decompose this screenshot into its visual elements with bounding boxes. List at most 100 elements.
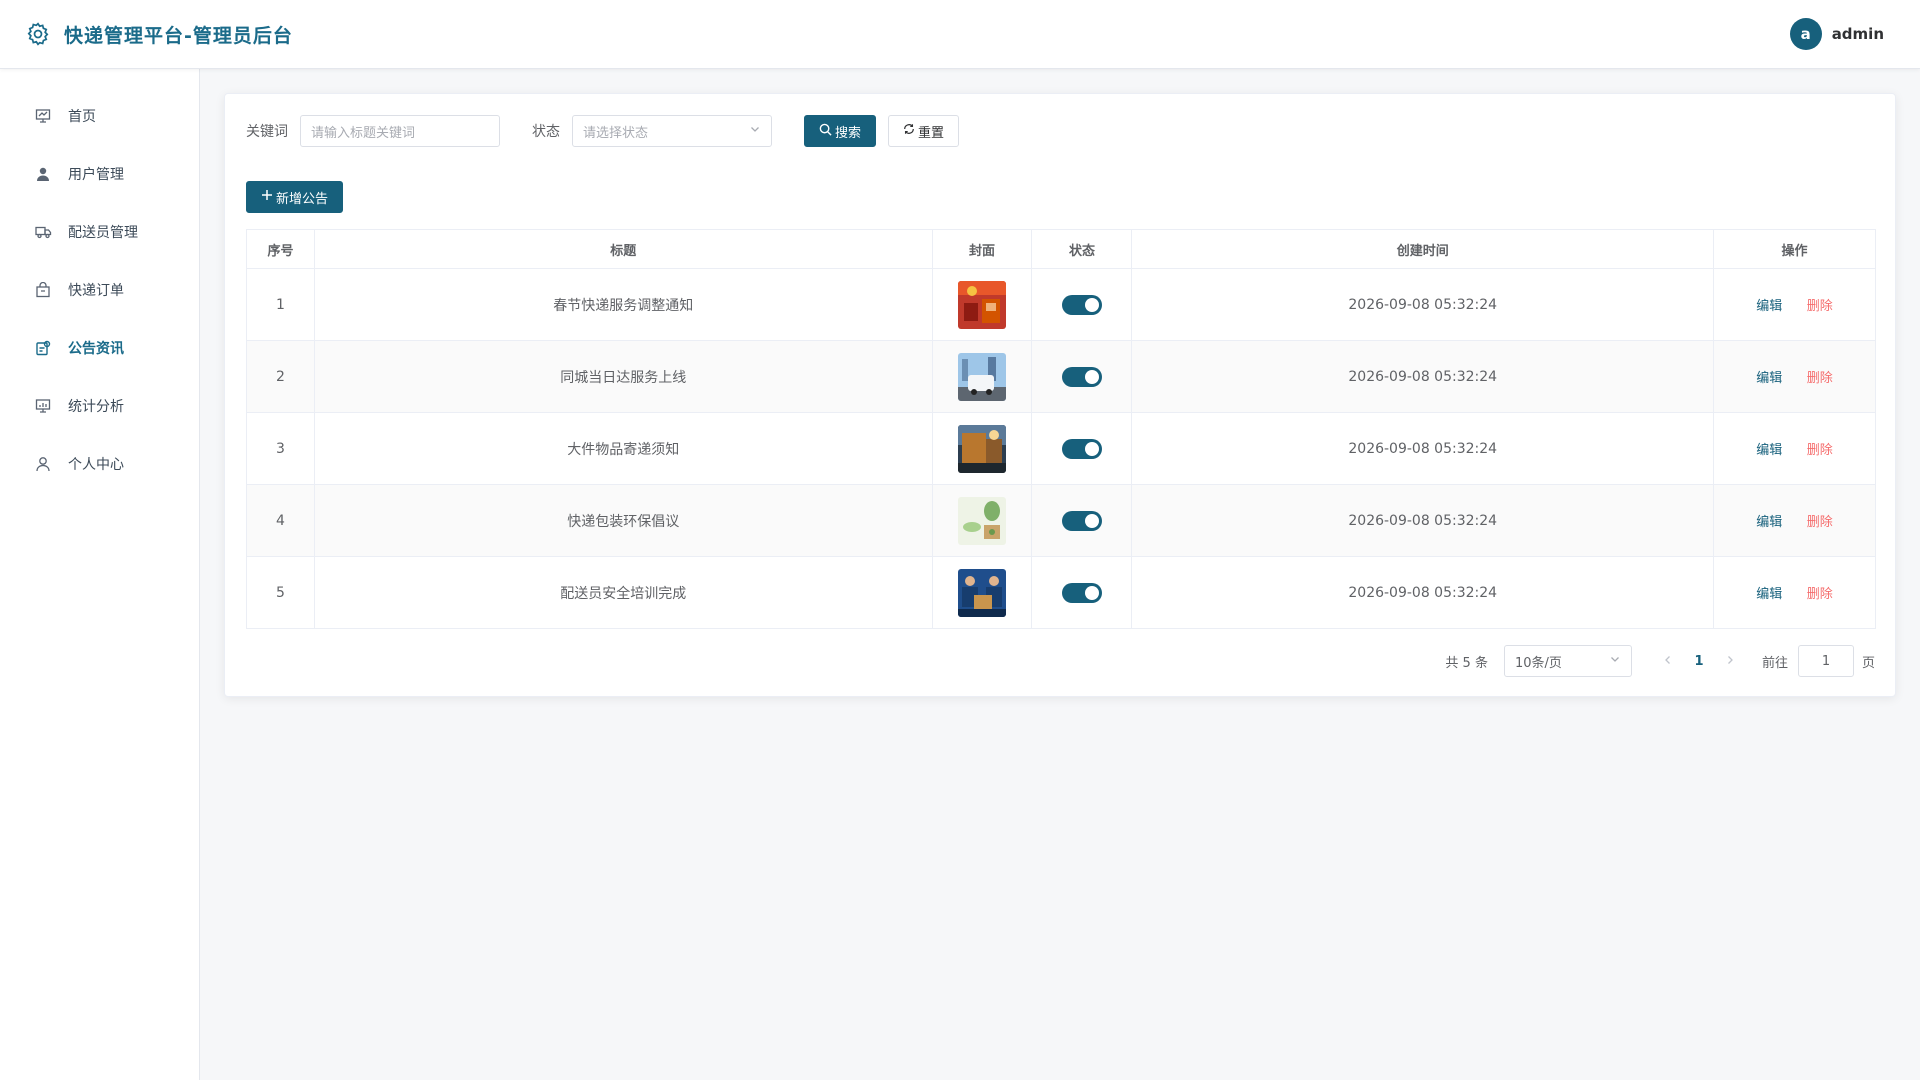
sidebar-item-label: 快递订单	[68, 283, 124, 299]
truck-icon	[34, 223, 52, 241]
sidebar-item-profile[interactable]: 个人中心	[0, 435, 199, 493]
delete-link[interactable]: 删除	[1807, 371, 1833, 386]
sidebar-item-label: 首页	[68, 109, 96, 125]
status-toggle[interactable]	[1061, 438, 1102, 459]
app-title: 快递管理平台-管理员后台	[64, 24, 293, 47]
person-icon	[34, 455, 52, 473]
table-row: 2 同城当日达服务上线 2026-09-08 05:32:24 编辑 删除	[246, 340, 1876, 413]
row-index: 1	[246, 268, 315, 341]
sidebar-item-orders[interactable]: 快递订单	[0, 261, 199, 319]
keyword-placeholder: 请输入标题关键词	[311, 125, 416, 141]
row-index: 5	[246, 556, 315, 629]
user-menu[interactable]: a admin	[1789, 18, 1884, 50]
column-header-title: 标题	[313, 229, 933, 269]
cover-image[interactable]	[957, 568, 1006, 617]
sidebar-item-home[interactable]: 首页	[0, 87, 199, 145]
add-notice-label: 新增公告	[276, 191, 329, 207]
status-select[interactable]: 请选择状态	[572, 115, 772, 147]
edit-link[interactable]: 编辑	[1756, 587, 1782, 602]
page-size-select[interactable]: 10条/页	[1503, 645, 1632, 677]
edit-link[interactable]: 编辑	[1756, 443, 1782, 458]
edit-link[interactable]: 编辑	[1756, 299, 1782, 314]
status-toggle[interactable]	[1061, 294, 1102, 315]
row-title: 大件物品寄递须知	[313, 412, 933, 485]
cover-image[interactable]	[957, 352, 1006, 401]
column-header-status: 状态	[1031, 229, 1133, 269]
filter-bar: 关键词 请输入标题关键词 状态 请选择状态 搜索 重置	[246, 115, 960, 147]
username[interactable]: admin	[1832, 25, 1884, 43]
sidebar-item-stats[interactable]: 统计分析	[0, 377, 199, 435]
user-icon	[34, 165, 52, 183]
sidebar: 首页 用户管理 配送员管理 快递订单 公告资讯 统计分析 个人中心	[0, 69, 200, 1080]
row-created: 2026-09-08 05:32:24	[1131, 412, 1715, 485]
table-row: 5 配送员安全培训完成 2026-09-08 05:32:24 编辑 删除	[246, 556, 1876, 629]
row-created: 2026-09-08 05:32:24	[1131, 268, 1715, 341]
chevron-down-icon	[1609, 653, 1621, 669]
column-header-index: 序号	[246, 229, 315, 269]
add-notice-button[interactable]: 新增公告	[246, 181, 344, 213]
avatar[interactable]: a	[1789, 18, 1822, 50]
box-icon	[34, 281, 52, 299]
content-card: 关键词 请输入标题关键词 状态 请选择状态 搜索 重置 新增公告 序号 标题 封…	[224, 93, 1896, 697]
row-title: 春节快递服务调整通知	[313, 268, 933, 341]
edit-link[interactable]: 编辑	[1756, 515, 1782, 530]
refresh-icon	[903, 123, 915, 139]
chart-icon	[34, 397, 52, 415]
sidebar-item-label: 配送员管理	[68, 225, 138, 241]
sidebar-item-label: 统计分析	[68, 399, 124, 415]
reset-button[interactable]: 重置	[888, 115, 960, 147]
status-toggle[interactable]	[1061, 366, 1102, 387]
delete-link[interactable]: 删除	[1807, 587, 1833, 602]
status-toggle[interactable]	[1061, 510, 1102, 531]
sidebar-item-couriers[interactable]: 配送员管理	[0, 203, 199, 261]
sidebar-item-users[interactable]: 用户管理	[0, 145, 199, 203]
table-header-row: 序号 标题 封面 状态 创建时间 操作	[246, 229, 1876, 269]
goto-label: 前往	[1761, 655, 1788, 671]
pagination-total: 共 5 条	[1445, 655, 1488, 671]
row-index: 2	[246, 340, 315, 413]
sidebar-item-label: 个人中心	[68, 457, 124, 473]
edit-link[interactable]: 编辑	[1756, 371, 1782, 386]
delete-link[interactable]: 删除	[1807, 299, 1833, 314]
delete-link[interactable]: 删除	[1807, 443, 1833, 458]
cover-image[interactable]	[957, 424, 1006, 473]
delete-link[interactable]: 删除	[1807, 515, 1833, 530]
pagination: 共 5 条 10条/页 1 前往 1 页	[1445, 645, 1875, 677]
table-row: 3 大件物品寄递须知 2026-09-08 05:32:24 编辑 删除	[246, 412, 1876, 485]
goto-page-input[interactable]: 1	[1797, 645, 1854, 677]
plus-icon	[261, 189, 273, 205]
table-row: 1 春节快递服务调整通知 2026-09-08 05:32:24 编辑 删除	[246, 268, 1876, 341]
prev-page-button[interactable]	[1652, 654, 1684, 669]
column-header-cover: 封面	[931, 229, 1033, 269]
row-title: 配送员安全培训完成	[313, 556, 933, 629]
reset-button-label: 重置	[918, 125, 945, 141]
page-suffix: 页	[1861, 655, 1875, 671]
cover-image[interactable]	[957, 496, 1006, 545]
table-row: 4 快递包装环保倡议 2026-09-08 05:32:24 编辑 删除	[246, 484, 1876, 557]
search-button-label: 搜索	[835, 125, 862, 141]
notice-icon	[34, 339, 52, 357]
top-header: 快递管理平台-管理员后台 a admin	[0, 0, 1920, 69]
row-created: 2026-09-08 05:32:24	[1131, 556, 1715, 629]
page-size-value: 10条/页	[1514, 655, 1562, 671]
sidebar-item-label: 用户管理	[68, 167, 124, 183]
keyword-label: 关键词	[246, 124, 288, 140]
row-index: 4	[246, 484, 315, 557]
status-toggle[interactable]	[1061, 582, 1102, 603]
notice-table: 序号 标题 封面 状态 创建时间 操作 1 春节快递服务调整通知 2026-09…	[246, 229, 1876, 629]
column-header-actions: 操作	[1713, 229, 1876, 269]
cover-image[interactable]	[957, 280, 1006, 329]
column-header-created: 创建时间	[1131, 229, 1715, 269]
gear-icon	[24, 20, 52, 48]
row-index: 3	[246, 412, 315, 485]
chevron-down-icon	[749, 123, 761, 139]
row-created: 2026-09-08 05:32:24	[1131, 484, 1715, 557]
keyword-input[interactable]: 请输入标题关键词	[300, 115, 500, 147]
search-button[interactable]: 搜索	[804, 115, 877, 147]
row-title: 同城当日达服务上线	[313, 340, 933, 413]
search-icon	[819, 123, 832, 140]
row-title: 快递包装环保倡议	[313, 484, 933, 557]
next-page-button[interactable]	[1714, 654, 1746, 669]
sidebar-item-notices[interactable]: 公告资讯	[0, 319, 199, 377]
page-number[interactable]: 1	[1684, 654, 1714, 669]
